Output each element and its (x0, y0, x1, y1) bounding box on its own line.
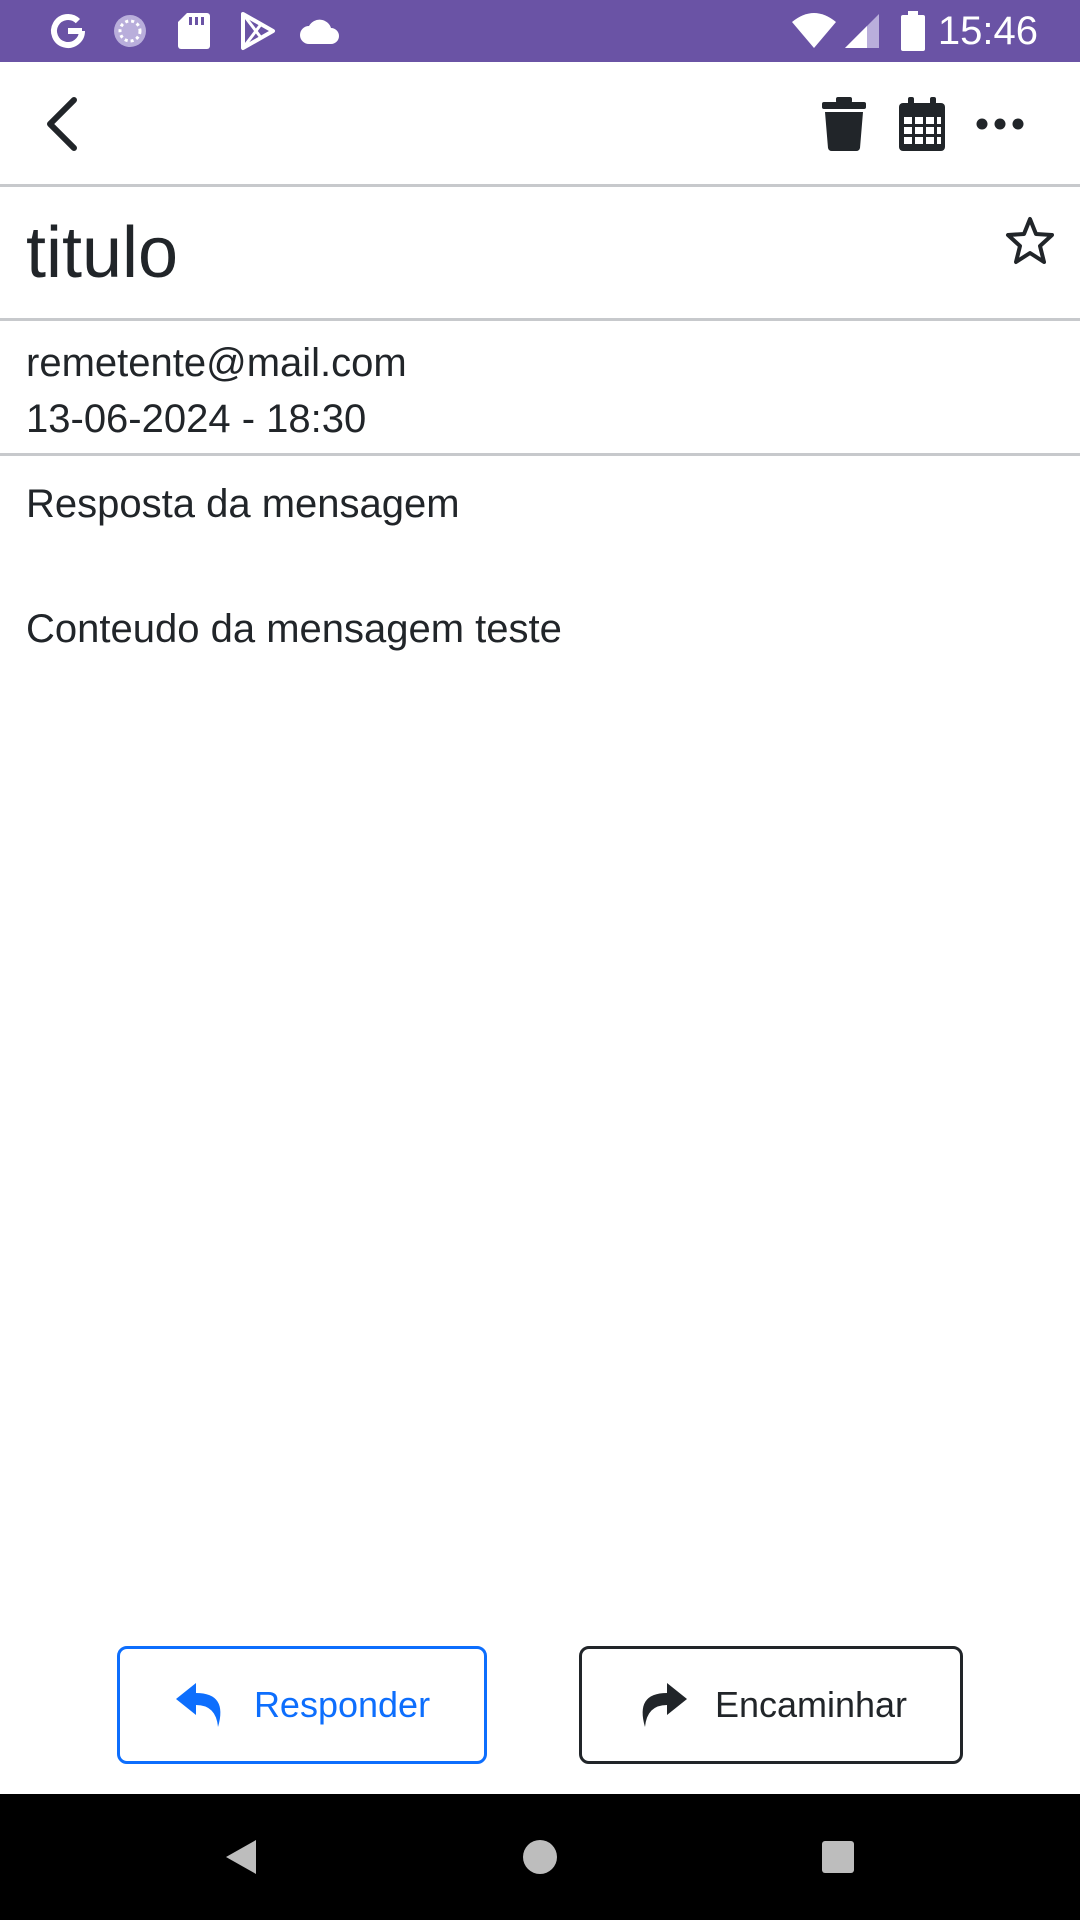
favorite-button[interactable] (1002, 213, 1058, 269)
reply-button[interactable]: Responder (117, 1646, 487, 1764)
nav-back-button[interactable] (181, 1794, 301, 1920)
more-icon (976, 117, 1024, 131)
cloud-icon (298, 9, 342, 53)
trash-icon (821, 96, 867, 152)
delete-button[interactable] (812, 92, 876, 156)
reply-label: Responder (253, 1684, 431, 1725)
status-bar: 15:46 (0, 0, 1080, 62)
more-button[interactable] (968, 92, 1032, 156)
recents-square-icon (821, 1840, 855, 1874)
signal-icon (843, 9, 883, 53)
reply-icon (174, 1681, 228, 1729)
calendar-button[interactable] (890, 92, 954, 156)
sync-icon (108, 9, 152, 53)
star-icon (1005, 216, 1055, 266)
nav-home-button[interactable] (480, 1794, 600, 1920)
sender-address: remetente@mail.com (26, 341, 407, 385)
message-subject: titulo (26, 213, 179, 293)
nav-recents-button[interactable] (778, 1794, 898, 1920)
clock: 15:46 (937, 9, 1038, 53)
message-body-line: Resposta da mensagem (26, 482, 460, 526)
chevron-left-icon (42, 96, 82, 152)
forward-label: Encaminhar (714, 1684, 908, 1725)
calendar-icon (898, 96, 946, 152)
google-icon (46, 9, 90, 53)
back-triangle-icon (224, 1838, 258, 1876)
message-body-line: Conteudo da mensagem teste (26, 607, 562, 651)
forward-icon (635, 1681, 689, 1729)
battery-icon (898, 9, 928, 53)
toolbar (0, 62, 1080, 187)
wifi-icon (790, 9, 838, 53)
sd-card-icon (172, 9, 216, 53)
play-store-icon (236, 9, 280, 53)
back-button[interactable] (30, 92, 94, 156)
navigation-bar (0, 1794, 1080, 1920)
home-circle-icon (522, 1839, 558, 1875)
message-meta: remetente@mail.com 13-06-2024 - 18:30 (0, 321, 1080, 456)
message-date: 13-06-2024 - 18:30 (26, 397, 367, 441)
subject-row: titulo (0, 187, 1080, 321)
forward-button[interactable]: Encaminhar (579, 1646, 963, 1764)
